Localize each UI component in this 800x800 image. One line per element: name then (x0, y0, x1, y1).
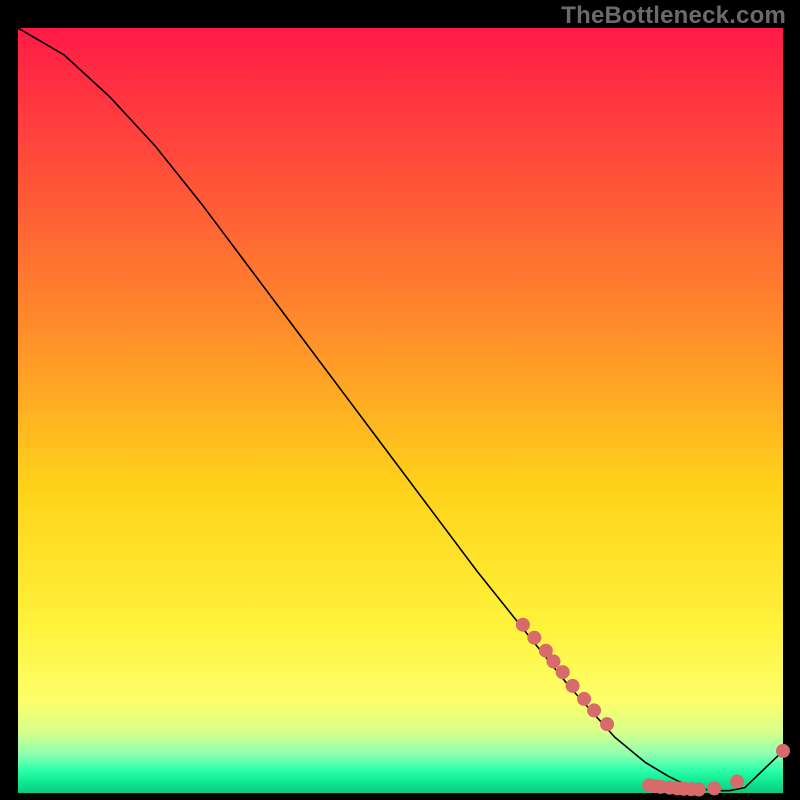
chart-marker-dot (566, 679, 580, 693)
chart-marker-dot (516, 618, 530, 632)
chart-marker-dot (527, 631, 541, 645)
chart-container: TheBottleneck.com (0, 0, 800, 800)
chart-marker-dot (587, 703, 601, 717)
chart-marker-dot (707, 781, 721, 795)
watermark-text: TheBottleneck.com (561, 2, 786, 30)
chart-curve (18, 28, 783, 791)
chart-markers-group (516, 618, 790, 797)
chart-marker-dot (577, 692, 591, 706)
chart-marker-dot (776, 744, 790, 758)
chart-marker-dot (692, 783, 706, 797)
chart-marker-dot (556, 665, 570, 679)
chart-marker-dot (547, 654, 561, 668)
chart-marker-dot (730, 775, 744, 789)
chart-overlay-svg (18, 28, 783, 793)
chart-marker-dot (600, 717, 614, 731)
